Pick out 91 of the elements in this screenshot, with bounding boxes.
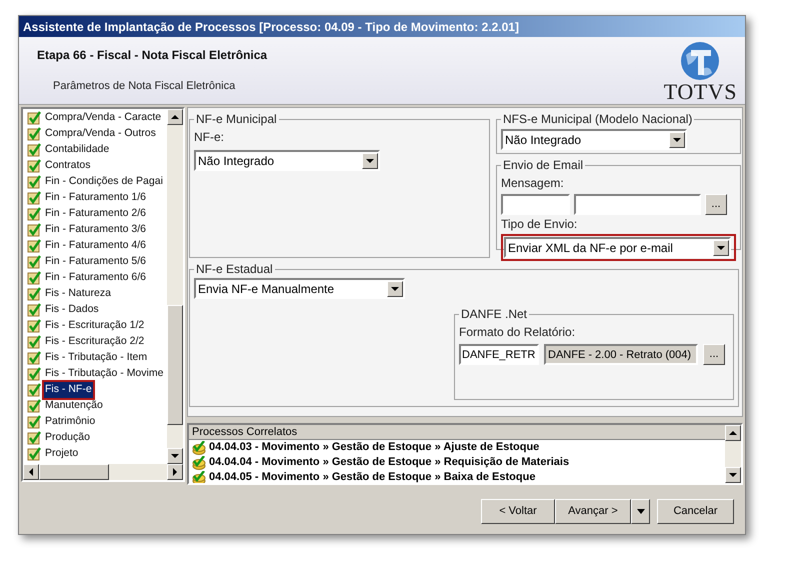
step-item[interactable]: Fin - Faturamento 2/6 xyxy=(23,206,167,222)
back-button[interactable]: < Voltar xyxy=(481,499,555,524)
scroll-right-icon[interactable] xyxy=(167,464,183,480)
scroll-up-icon[interactable] xyxy=(167,109,183,125)
step-item[interactable]: Fis - Tributação - Movime xyxy=(23,366,167,382)
next-button[interactable]: Avançar > xyxy=(555,499,631,524)
browse-button[interactable]: ... xyxy=(703,344,725,365)
process-item[interactable]: 04.04.05 - Movimento » Gestão de Estoque » Baixa de Estoque xyxy=(209,469,536,483)
check-icon xyxy=(27,351,41,365)
group-title: NF-e Municipal xyxy=(195,111,278,128)
process-item[interactable]: 04.04.04 - Movimento » Gestão de Estoque » Requisição de Materiais xyxy=(209,454,570,471)
field-label: NF-e: xyxy=(194,129,225,146)
cancel-button[interactable]: Cancelar xyxy=(657,499,734,524)
step-item[interactable]: Contabilidade xyxy=(23,142,167,158)
report-name-field[interactable]: DANFE - 2.00 - Retrato (004) xyxy=(544,344,698,365)
check-icon xyxy=(27,383,41,397)
step-subtitle: Parâmetros de Nota Fiscal Eletrônica xyxy=(52,79,236,94)
check-icon xyxy=(27,447,41,461)
step-item[interactable]: Patrimônio xyxy=(23,414,167,430)
next-menu-button[interactable] xyxy=(631,499,650,524)
check-icon xyxy=(27,415,41,429)
check-icon xyxy=(27,191,41,205)
step-item[interactable]: Projeto xyxy=(23,446,167,462)
list-header: Processos Correlatos xyxy=(189,425,725,440)
scroll-down-icon[interactable] xyxy=(725,467,741,483)
browse-button[interactable]: ... xyxy=(705,194,727,215)
process-item[interactable]: 04.04.03 - Movimento » Gestão de Estoque » Ajuste de Estoque xyxy=(209,439,540,456)
dropdown[interactable]: Não Integrado xyxy=(501,129,687,150)
coins-check-icon xyxy=(192,440,207,454)
check-icon xyxy=(27,319,41,333)
step-item[interactable]: Compra/Venda - Outros xyxy=(23,126,167,142)
group-title: DANFE .Net xyxy=(460,306,528,323)
vertical-scrollbar[interactable] xyxy=(725,425,741,483)
check-icon xyxy=(27,335,41,349)
scroll-down-icon[interactable] xyxy=(167,448,183,464)
check-icon xyxy=(27,143,41,157)
check-icon xyxy=(27,175,41,189)
scroll-thumb[interactable] xyxy=(39,464,109,480)
group-title: NFS-e Municipal (Modelo Nacional) xyxy=(502,111,694,128)
report-code-field[interactable]: DANFE_RETR xyxy=(459,344,539,365)
step-item[interactable]: Fis - Natureza xyxy=(23,286,167,302)
logo-text: TOTVS xyxy=(664,81,737,103)
step-item[interactable]: Fin - Faturamento 6/6 xyxy=(23,270,167,286)
check-icon xyxy=(27,287,41,301)
step-item[interactable]: Manutenção xyxy=(23,398,167,414)
step-item[interactable]: Fis - Tributação - Item xyxy=(23,350,167,366)
check-icon xyxy=(27,111,41,125)
scroll-up-icon[interactable] xyxy=(725,425,741,441)
scroll-left-icon[interactable] xyxy=(23,464,39,480)
caret-icon xyxy=(636,509,644,514)
group-title: Envio de Email xyxy=(502,157,584,174)
check-icon xyxy=(27,367,41,381)
group-title: NF-e Estadual xyxy=(195,261,274,278)
dropdown[interactable]: Enviar XML da NF-e por e-mail xyxy=(504,237,731,258)
field-label: Formato do Relatório: xyxy=(459,324,576,341)
coins-check-icon xyxy=(192,456,207,470)
dropdown[interactable]: Envia NF-e Manualmente xyxy=(194,278,405,299)
step-item[interactable]: Fin - Faturamento 5/6 xyxy=(23,254,167,270)
vertical-scrollbar[interactable] xyxy=(167,109,183,464)
step-item[interactable]: Fin - Faturamento 1/6 xyxy=(23,190,167,206)
check-icon xyxy=(27,127,41,141)
step-item[interactable]: Contratos xyxy=(23,158,167,174)
check-icon xyxy=(27,239,41,253)
coins-check-icon xyxy=(192,470,207,483)
globe-logo-icon xyxy=(680,41,720,81)
check-icon xyxy=(27,207,41,221)
step-item[interactable]: Fin - Faturamento 3/6 xyxy=(23,222,167,238)
message-field[interactable] xyxy=(574,194,701,215)
step-item[interactable]: Produção xyxy=(23,430,167,446)
step-item[interactable]: Fis - Dados xyxy=(23,302,167,318)
step-item[interactable]: Fin - Condições de Pagai xyxy=(23,174,167,190)
dropdown[interactable]: Não Integrado xyxy=(194,150,380,171)
field-label: Tipo de Envio: xyxy=(501,216,578,233)
check-icon xyxy=(27,431,41,445)
horizontal-scrollbar[interactable] xyxy=(23,464,183,480)
check-icon xyxy=(27,271,41,285)
step-item[interactable]: Fis - Escrituração 1/2 xyxy=(23,318,167,334)
check-icon xyxy=(27,255,41,269)
message-field[interactable] xyxy=(501,194,570,215)
check-icon xyxy=(27,223,41,237)
step-title: Etapa 66 - Fiscal - Nota Fiscal Eletrônica xyxy=(37,47,268,64)
check-icon xyxy=(27,399,41,413)
step-item[interactable]: Fin - Faturamento 4/6 xyxy=(23,238,167,254)
step-item[interactable]: Fis - NF-e xyxy=(23,382,167,398)
step-item[interactable]: Compra/Venda - Caracte xyxy=(23,110,167,126)
check-icon xyxy=(27,303,41,317)
field-label: Mensagem: xyxy=(501,175,565,192)
check-icon xyxy=(27,159,41,173)
step-item[interactable]: Fis - Escrituração 2/2 xyxy=(23,334,167,350)
scroll-thumb[interactable] xyxy=(167,305,183,425)
window-title: Assistente de Implantação de Processos [Processo: 04.09 - Tipo de Movimento: 2.2.01] xyxy=(23,18,519,36)
